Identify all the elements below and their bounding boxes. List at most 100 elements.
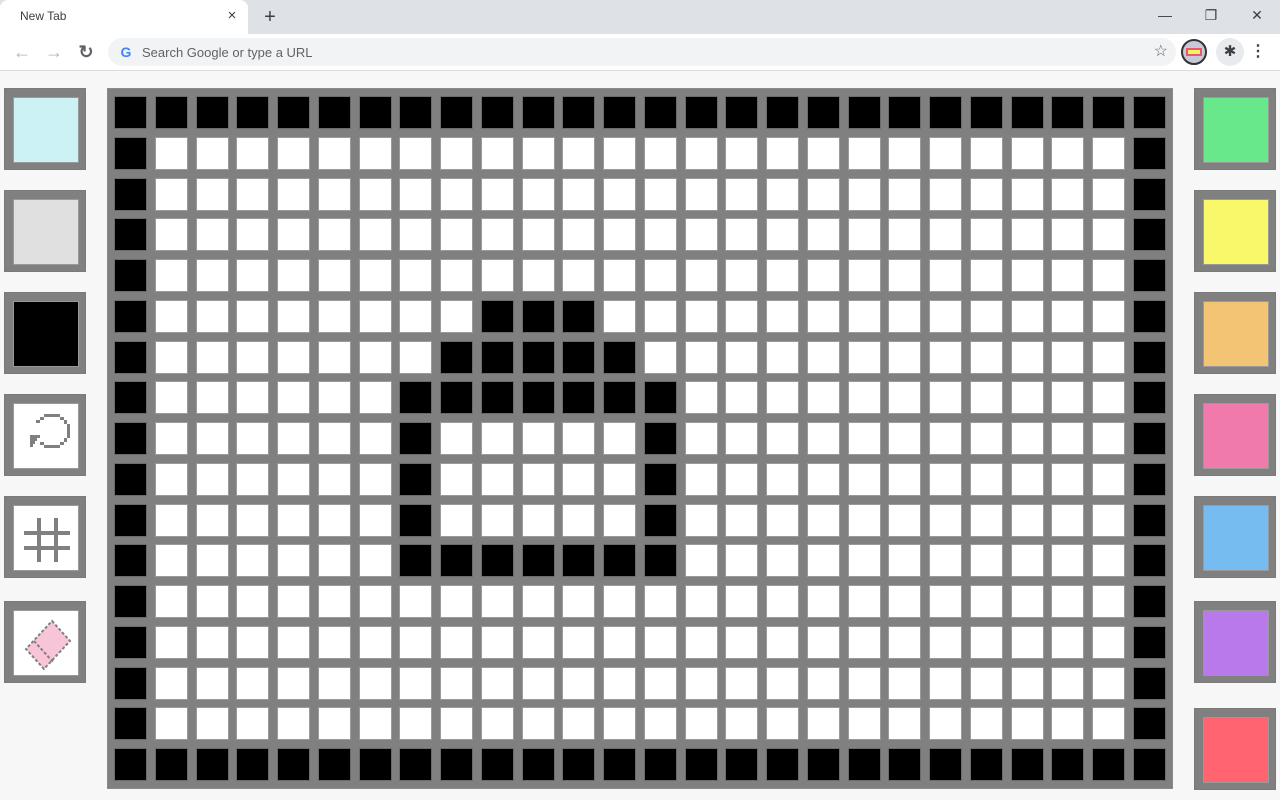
grid-cell[interactable]	[562, 625, 596, 659]
grid-cell[interactable]	[684, 422, 718, 455]
grid-cell[interactable]	[888, 666, 922, 700]
minimize-icon[interactable]: —	[1150, 3, 1180, 27]
grid-cell[interactable]	[399, 707, 433, 741]
grid-cell[interactable]	[317, 177, 351, 211]
grid-cell[interactable]	[725, 381, 759, 415]
grid-cell[interactable]	[888, 544, 922, 578]
grid-cell[interactable]	[440, 218, 473, 252]
grid-cell[interactable]	[114, 299, 147, 333]
grid-cell[interactable]	[643, 136, 677, 170]
grid-cell[interactable]	[521, 259, 555, 292]
grid-cell[interactable]	[929, 748, 962, 781]
grid-cell[interactable]	[643, 585, 677, 618]
grid-cell[interactable]	[766, 625, 799, 659]
grid-cell[interactable]	[154, 666, 188, 700]
grid-cell[interactable]	[154, 748, 188, 781]
grid-cell[interactable]	[684, 136, 718, 170]
grid-cell[interactable]	[766, 666, 799, 700]
grid-cell[interactable]	[114, 462, 147, 496]
grid-cell[interactable]	[847, 381, 881, 415]
grid-cell[interactable]	[1132, 666, 1166, 700]
grid-cell[interactable]	[562, 503, 596, 537]
color-black[interactable]	[4, 292, 86, 374]
grid-cell[interactable]	[888, 585, 922, 618]
grid-cell[interactable]	[114, 381, 147, 415]
grid-cell[interactable]	[358, 177, 392, 211]
grid-cell[interactable]	[440, 96, 473, 129]
grid-cell[interactable]	[399, 585, 433, 618]
grid-cell[interactable]	[1132, 503, 1166, 537]
grid-cell[interactable]	[847, 259, 881, 292]
grid-cell[interactable]	[236, 299, 270, 333]
grid-cell[interactable]	[358, 503, 392, 537]
grid-cell[interactable]	[725, 136, 759, 170]
grid-cell[interactable]	[114, 748, 147, 781]
grid-cell[interactable]	[562, 422, 596, 455]
grid-cell[interactable]	[358, 748, 392, 781]
grid-cell[interactable]	[114, 544, 147, 578]
grid-cell[interactable]	[1092, 625, 1125, 659]
grid-cell[interactable]	[603, 218, 636, 252]
grid-cell[interactable]	[277, 585, 310, 618]
grid-cell[interactable]	[1132, 299, 1166, 333]
grid-cell[interactable]	[480, 299, 514, 333]
grid-cell[interactable]	[1092, 299, 1125, 333]
grid-cell[interactable]	[1132, 218, 1166, 252]
grid-cell[interactable]	[806, 177, 840, 211]
grid-cell[interactable]	[277, 177, 310, 211]
grid-cell[interactable]	[766, 96, 799, 129]
omnibox[interactable]: G Search Google or type a URL ☆	[108, 38, 1176, 66]
grid-cell[interactable]	[358, 585, 392, 618]
grid-cell[interactable]	[888, 340, 922, 374]
grid-cell[interactable]	[236, 707, 270, 741]
grid-cell[interactable]	[154, 544, 188, 578]
grid-cell[interactable]	[154, 218, 188, 252]
grid-cell[interactable]	[725, 259, 759, 292]
grid-cell[interactable]	[684, 259, 718, 292]
grid-cell[interactable]	[114, 422, 147, 455]
grid-cell[interactable]	[684, 544, 718, 578]
grid-cell[interactable]	[603, 707, 636, 741]
grid-cell[interactable]	[480, 259, 514, 292]
grid-cell[interactable]	[725, 218, 759, 252]
grid-cell[interactable]	[888, 707, 922, 741]
grid-cell[interactable]	[154, 381, 188, 415]
grid-cell[interactable]	[277, 707, 310, 741]
grid-cell[interactable]	[562, 259, 596, 292]
grid-cell[interactable]	[847, 422, 881, 455]
grid-cell[interactable]	[725, 340, 759, 374]
grid-cell[interactable]	[562, 707, 596, 741]
grid-cell[interactable]	[440, 299, 473, 333]
grid-cell[interactable]	[358, 462, 392, 496]
grid-cell[interactable]	[195, 340, 229, 374]
grid-cell[interactable]	[929, 585, 962, 618]
grid-cell[interactable]	[806, 625, 840, 659]
grid-cell[interactable]	[684, 666, 718, 700]
grid-cell[interactable]	[1132, 422, 1166, 455]
grid-cell[interactable]	[399, 381, 433, 415]
grid-cell[interactable]	[236, 625, 270, 659]
grid-cell[interactable]	[1051, 340, 1085, 374]
grid-cell[interactable]	[1051, 707, 1085, 741]
grid-cell[interactable]	[969, 136, 1003, 170]
grid-cell[interactable]	[358, 340, 392, 374]
grid-cell[interactable]	[969, 381, 1003, 415]
grid-cell[interactable]	[562, 666, 596, 700]
grid-cell[interactable]	[603, 340, 636, 374]
grid-cell[interactable]	[317, 707, 351, 741]
grid-cell[interactable]	[114, 218, 147, 252]
grid-cell[interactable]	[847, 218, 881, 252]
grid-cell[interactable]	[806, 299, 840, 333]
grid-cell[interactable]	[317, 259, 351, 292]
grid-cell[interactable]	[806, 462, 840, 496]
grid-cell[interactable]	[1092, 462, 1125, 496]
grid-cell[interactable]	[603, 585, 636, 618]
grid-cell[interactable]	[1010, 96, 1044, 129]
grid-cell[interactable]	[888, 136, 922, 170]
grid-cell[interactable]	[806, 503, 840, 537]
grid-cell[interactable]	[521, 340, 555, 374]
grid-cell[interactable]	[929, 381, 962, 415]
grid-cell[interactable]	[766, 462, 799, 496]
grid-cell[interactable]	[684, 707, 718, 741]
grid-cell[interactable]	[1092, 340, 1125, 374]
